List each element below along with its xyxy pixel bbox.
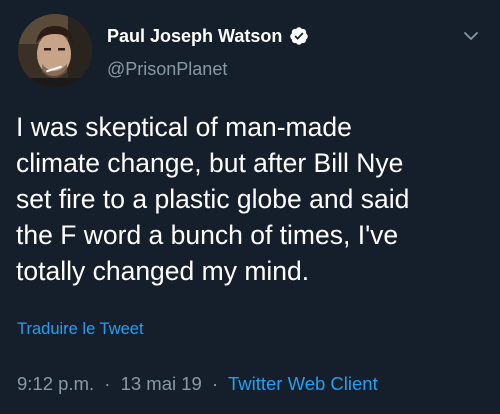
tweet-time[interactable]: 9:12 p.m. xyxy=(17,373,94,394)
tweet-source-link[interactable]: Twitter Web Client xyxy=(228,373,378,394)
author-handle[interactable]: @PrisonPlanet xyxy=(107,59,227,80)
tweet-meta: 9:12 p.m. · 13 mai 19 · Twitter Web Clie… xyxy=(17,373,378,395)
meta-separator: · xyxy=(211,373,219,394)
tweet-card: Paul Joseph Watson @PrisonPlanet I was s… xyxy=(0,0,500,414)
translate-tweet-link[interactable]: Traduire le Tweet xyxy=(17,320,144,339)
tweet-date[interactable]: 13 mai 19 xyxy=(121,373,202,394)
meta-separator: · xyxy=(104,373,111,394)
author-name-row: Paul Joseph Watson xyxy=(107,24,309,48)
tweet-text: I was skeptical of man-made climate chan… xyxy=(16,112,410,286)
verified-badge-icon xyxy=(289,26,309,46)
avatar-photo-icon xyxy=(18,14,92,88)
avatar[interactable] xyxy=(18,14,92,88)
author-display-name[interactable]: Paul Joseph Watson xyxy=(107,26,282,47)
chevron-down-icon[interactable] xyxy=(461,26,481,46)
